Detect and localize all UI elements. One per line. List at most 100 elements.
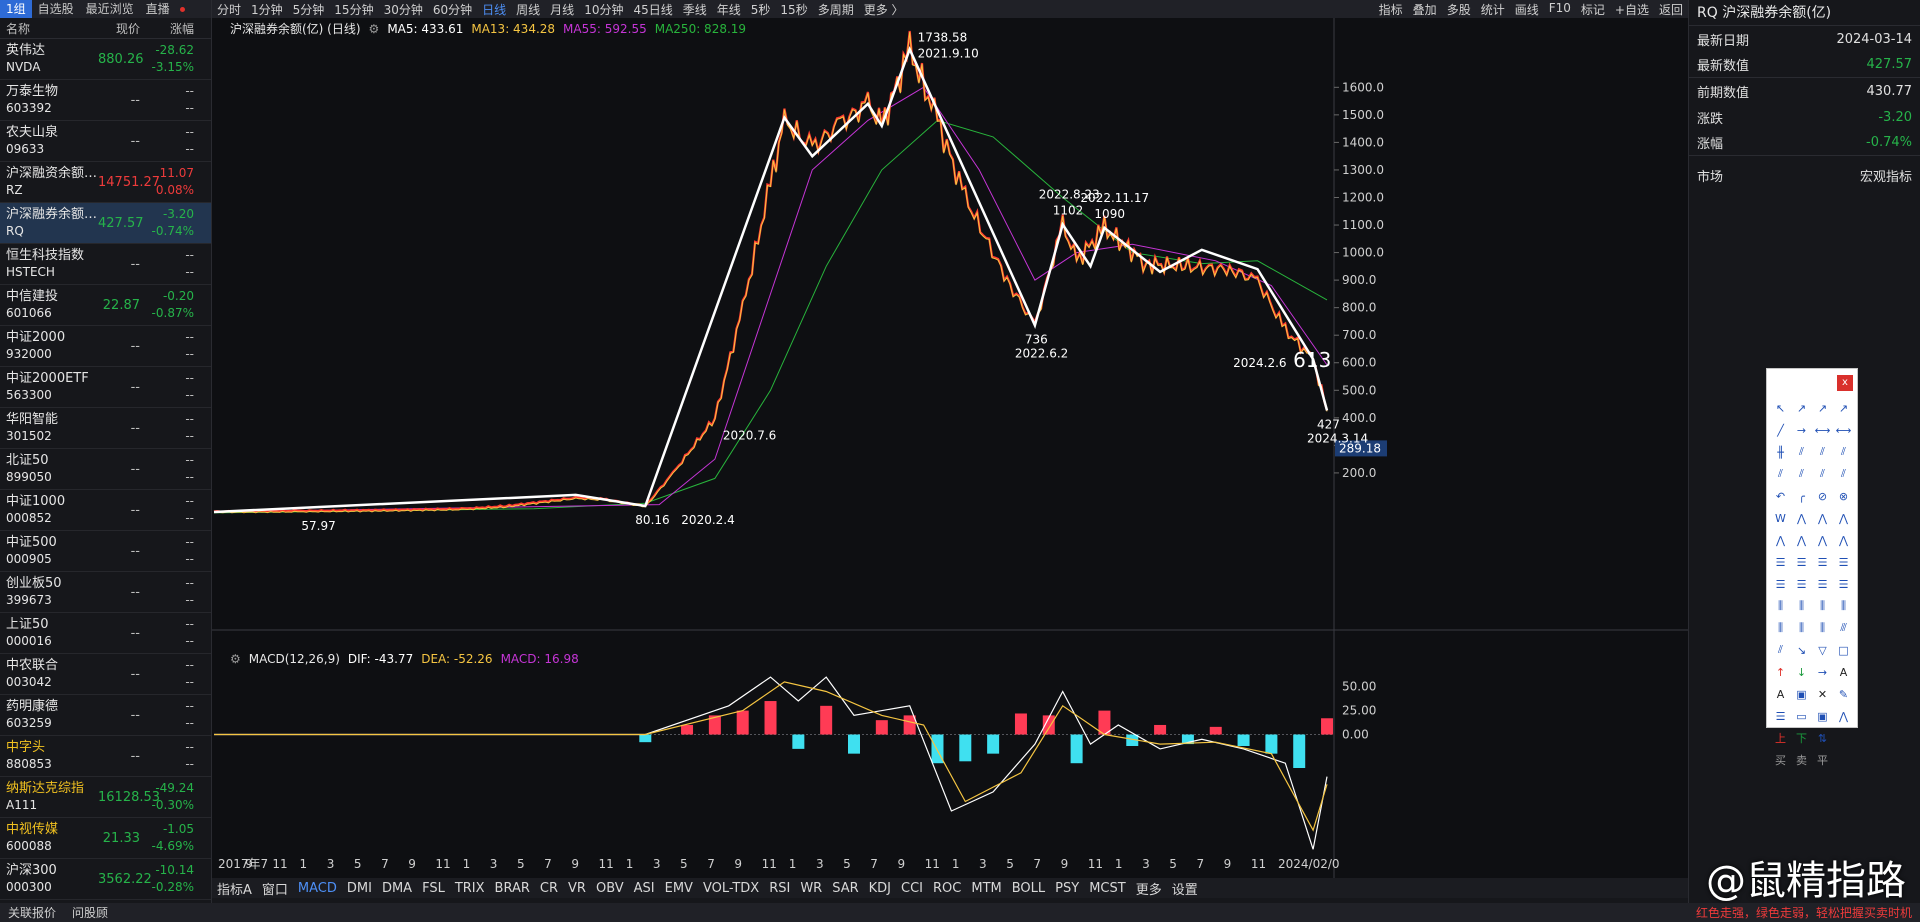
drawing-tool-icon[interactable]: ⊘: [1812, 485, 1833, 507]
period-tab[interactable]: 分时: [212, 1, 246, 18]
watchlist-row[interactable]: 中证2000ETF 563300 -- -- --: [0, 367, 211, 408]
toolbar-button[interactable]: 画线: [1510, 1, 1544, 18]
period-tab[interactable]: 日线: [477, 1, 511, 18]
toolbar-button[interactable]: 叠加: [1408, 1, 1442, 18]
drawing-tool-icon[interactable]: ✎: [1833, 683, 1854, 705]
watchlist-row[interactable]: 华阳智能 301502 -- -- --: [0, 408, 211, 449]
column-change[interactable]: 涨幅: [140, 20, 200, 37]
watchlist-row[interactable]: 英伟达 NVDA 880.26 -28.62 -3.15%: [0, 39, 211, 80]
indicator-tab[interactable]: RSI: [764, 881, 795, 896]
drawing-tool-icon[interactable]: ⫼: [1812, 617, 1833, 639]
chart-area[interactable]: 200.0300.0400.0500.0600.0700.0800.0900.0…: [212, 18, 1688, 903]
drawing-tool-icon[interactable]: ⫻: [1833, 617, 1854, 639]
watchlist-row[interactable]: 农夫山泉 09633 -- -- --: [0, 121, 211, 162]
indicator-tab[interactable]: KDJ: [864, 881, 896, 896]
watchlist-row[interactable]: 创业板50 399673 -- -- --: [0, 572, 211, 613]
toolbar-button[interactable]: 多股: [1442, 1, 1476, 18]
watchlist-row[interactable]: 上证50 000016 -- -- --: [0, 613, 211, 654]
drawing-tool-icon[interactable]: →: [1812, 661, 1833, 683]
watchlist-row[interactable]: 中农联合 003042 -- -- --: [0, 654, 211, 695]
indicator-tab[interactable]: ROC: [928, 881, 966, 896]
period-tab[interactable]: 30分钟: [379, 1, 428, 18]
drawing-tool-icon[interactable]: ⫼: [1770, 595, 1791, 617]
drawing-tool-icon[interactable]: ⫽: [1812, 441, 1833, 463]
toolbar-button[interactable]: +自选: [1610, 1, 1654, 18]
indicator-tab[interactable]: BRAR: [490, 881, 535, 896]
drawing-tool-icon[interactable]: ╫: [1770, 441, 1791, 463]
indicator-tab[interactable]: BOLL: [1007, 881, 1050, 896]
watchlist-row[interactable]: 沪深融资余额(... RZ 14751.27 11.07 0.08%: [0, 162, 211, 203]
watchlist-row[interactable]: 中字头 880853 -- -- --: [0, 736, 211, 777]
column-name[interactable]: 名称: [0, 20, 86, 37]
watchlist-row[interactable]: 中证500 000905 -- -- --: [0, 531, 211, 572]
drawing-tool-icon[interactable]: ⟷: [1812, 419, 1833, 441]
drawing-tool-icon[interactable]: ⫼: [1833, 595, 1854, 617]
drawing-tool-icon[interactable]: ╱: [1770, 419, 1791, 441]
drawing-tool-icon[interactable]: ↗: [1833, 397, 1854, 419]
indicator-tab[interactable]: PSY: [1050, 881, 1084, 896]
period-tab[interactable]: 1分钟: [246, 1, 288, 18]
watchlist-row[interactable]: 中证2000 932000 -- -- --: [0, 326, 211, 367]
watchlist-row[interactable]: 沪深融券余额(... RQ 427.57 -3.20 -0.74%: [0, 203, 211, 244]
drawing-tool-icon[interactable]: ⫽: [1791, 441, 1812, 463]
drawing-tool-icon[interactable]: ⋀: [1833, 705, 1854, 727]
drawing-tool-icon[interactable]: 买: [1770, 749, 1791, 771]
column-price[interactable]: 现价: [86, 20, 140, 37]
period-tab[interactable]: 15分钟: [329, 1, 378, 18]
drawing-tool-icon[interactable]: [1833, 749, 1854, 771]
drawing-tool-icon[interactable]: ☰: [1812, 573, 1833, 595]
indicator-tab[interactable]: 指标A: [212, 879, 257, 898]
drawing-tool-icon[interactable]: ⫽: [1833, 463, 1854, 485]
period-tab[interactable]: 更多 〉: [859, 1, 909, 18]
watchlist-row[interactable]: 纳斯达克综指 A111 16128.53 -49.24 -0.30%: [0, 777, 211, 818]
drawing-tool-icon[interactable]: A: [1770, 683, 1791, 705]
drawing-tool-icon[interactable]: ⋀: [1833, 529, 1854, 551]
watchlist-row[interactable]: 北证50 899050 -- -- --: [0, 449, 211, 490]
drawing-tool-icon[interactable]: 上: [1770, 727, 1791, 749]
watchlist-row[interactable]: 万泰生物 603392 -- -- --: [0, 80, 211, 121]
toolbar-button[interactable]: 指标: [1374, 1, 1408, 18]
drawing-tool-icon[interactable]: ↗: [1791, 397, 1812, 419]
drawing-tool-icon[interactable]: ╭: [1791, 485, 1812, 507]
drawing-tool-icon[interactable]: ☰: [1770, 551, 1791, 573]
drawing-tool-icon[interactable]: ▣: [1791, 683, 1812, 705]
indicator-tab[interactable]: DMA: [377, 881, 417, 896]
drawing-tool-icon[interactable]: [1833, 727, 1854, 749]
indicator-tab[interactable]: CR: [535, 881, 563, 896]
drawing-tool-icon[interactable]: ⋀: [1812, 507, 1833, 529]
period-tab[interactable]: 周线: [511, 1, 545, 18]
drawing-tool-icon[interactable]: ☰: [1833, 551, 1854, 573]
period-tab[interactable]: 60分钟: [428, 1, 477, 18]
indicator-tab[interactable]: 更多: [1131, 879, 1167, 898]
drawing-tool-icon[interactable]: 卖: [1791, 749, 1812, 771]
drawing-tool-icon[interactable]: ↘: [1791, 639, 1812, 661]
drawing-tool-icon[interactable]: ☰: [1812, 551, 1833, 573]
indicator-tab[interactable]: CCI: [896, 881, 928, 896]
period-tab[interactable]: 15秒: [775, 1, 812, 18]
drawing-tool-icon[interactable]: ⫼: [1770, 617, 1791, 639]
drawing-tool-icon[interactable]: ⫽: [1770, 463, 1791, 485]
drawing-tool-icon[interactable]: ▣: [1812, 705, 1833, 727]
toolbar-button[interactable]: 标记: [1576, 1, 1610, 18]
indicator-tab[interactable]: EMV: [660, 881, 698, 896]
watchlist-row[interactable]: 中视传媒 600088 21.33 -1.05 -4.69%: [0, 818, 211, 859]
indicator-tab[interactable]: FSL: [417, 881, 450, 896]
watchlist-row[interactable]: 药明康德 603259 -- -- --: [0, 695, 211, 736]
period-tab[interactable]: 季线: [678, 1, 712, 18]
indicator-tab[interactable]: VR: [563, 881, 591, 896]
drawing-tool-icon[interactable]: □: [1833, 639, 1854, 661]
tab-live[interactable]: 直播: [140, 0, 176, 18]
drawing-tool-icon[interactable]: ☰: [1833, 573, 1854, 595]
drawing-tool-icon[interactable]: ⋀: [1812, 529, 1833, 551]
drawing-tool-icon[interactable]: ↶: [1770, 485, 1791, 507]
period-tab[interactable]: 年线: [712, 1, 746, 18]
indicator-tab[interactable]: TRIX: [450, 881, 490, 896]
drawing-tool-icon[interactable]: ⇅: [1812, 727, 1833, 749]
period-tab[interactable]: 月线: [545, 1, 579, 18]
toolbar-button[interactable]: 统计: [1476, 1, 1510, 18]
drawing-tool-icon[interactable]: ↓: [1791, 661, 1812, 683]
group-tab[interactable]: 1组: [0, 0, 32, 18]
period-tab[interactable]: 10分钟: [579, 1, 628, 18]
ask-advisor-button[interactable]: 问股顾: [64, 904, 116, 921]
drawing-tool-icon[interactable]: ↖: [1770, 397, 1791, 419]
